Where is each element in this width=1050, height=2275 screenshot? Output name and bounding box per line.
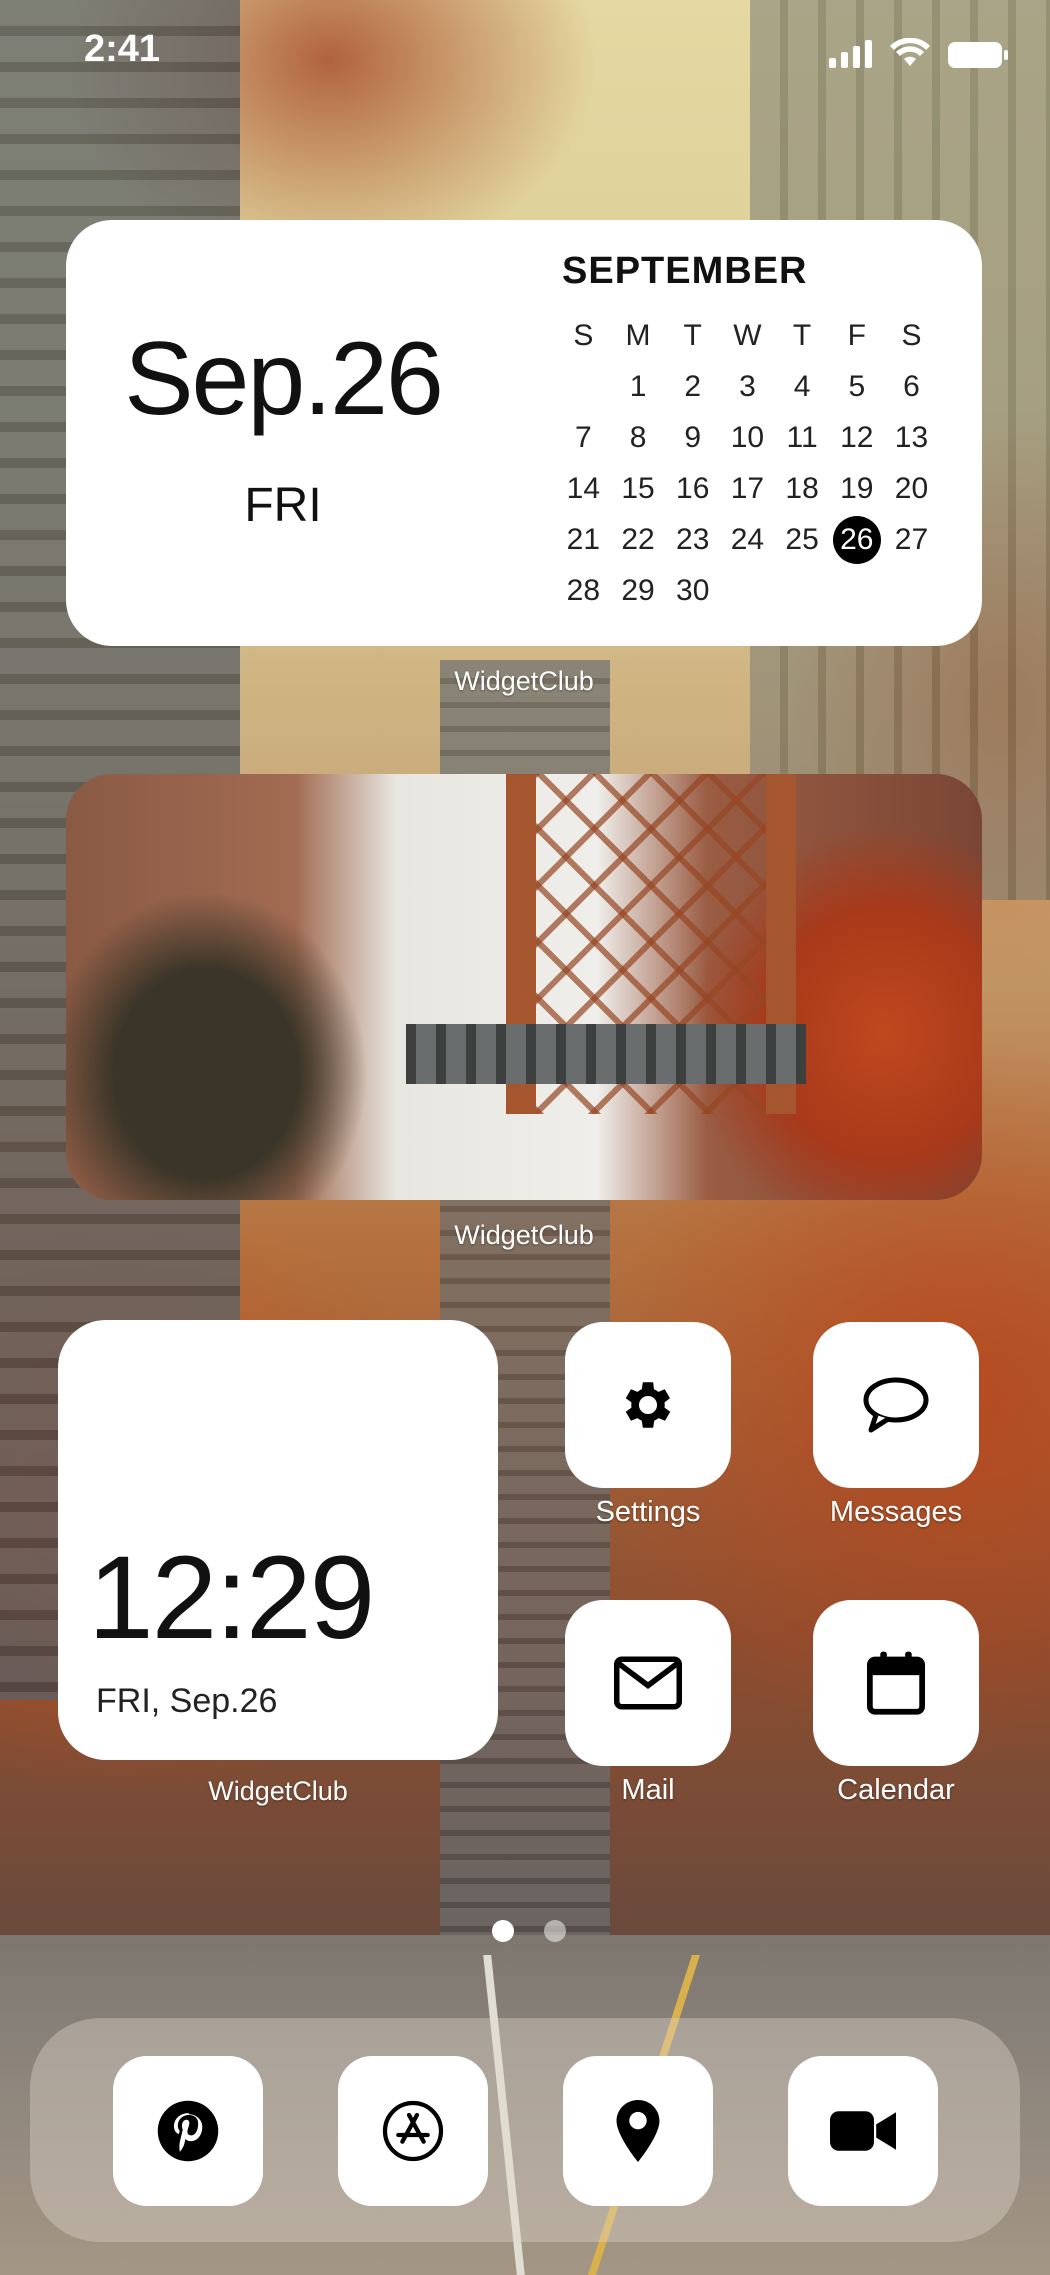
calendar-day: 2 — [684, 370, 702, 403]
pinterest-icon — [157, 2100, 219, 2162]
app-settings[interactable]: Settings — [565, 1322, 731, 1529]
calendar-day-empty — [884, 565, 939, 616]
dock-app-maps[interactable] — [563, 2056, 713, 2206]
app-label-messages: Messages — [829, 1496, 963, 1528]
day-header: W — [733, 319, 762, 352]
calendar-day: 6 — [903, 370, 920, 403]
calendar-day: 29 — [621, 574, 655, 607]
calendar-day-empty — [556, 361, 611, 412]
clock-time: 12:29 — [88, 1532, 375, 1664]
status-bar: 2:41 — [0, 0, 1050, 100]
calendar-day: 27 — [894, 523, 929, 556]
calendar-day: 11 — [786, 421, 818, 454]
status-icons — [829, 38, 1008, 68]
calendar-grid: S M T W T F S 1 2 3 4 5 6 7 8 9 10 11 12 13 14 15 16 17 18 19 20 21… — [556, 310, 939, 616]
calendar-widget-label: WidgetClub — [454, 666, 594, 696]
app-store-icon — [382, 2100, 444, 2162]
calendar-day: 10 — [730, 421, 765, 454]
page-dot[interactable] — [544, 1920, 566, 1942]
calendar-day: 25 — [785, 523, 819, 556]
map-pin-icon — [616, 2100, 660, 2162]
calendar-day: 19 — [840, 472, 874, 505]
calendar-day-today: 26 — [829, 514, 884, 565]
calendar-day-empty — [829, 565, 884, 616]
calendar-widget[interactable]: Sep.26 FRI SEPTEMBER S M T W T F S 1 2 3 4 5 6 7 8 9 10 1… — [66, 220, 982, 646]
calendar-day: 1 — [629, 370, 647, 403]
envelope-icon — [614, 1656, 682, 1710]
app-messages[interactable]: Messages — [813, 1322, 979, 1529]
widget-date: Sep.26 — [124, 321, 444, 437]
calendar-day: 3 — [739, 370, 756, 403]
speech-bubble-icon — [863, 1377, 929, 1433]
calendar-day: 23 — [676, 523, 710, 556]
status-time: 2:41 — [84, 28, 161, 70]
app-mail[interactable]: Mail — [565, 1600, 731, 1807]
calendar-day: 13 — [894, 421, 929, 454]
bridge-deck-image — [406, 1024, 806, 1084]
battery-icon — [948, 42, 1008, 68]
day-header: S — [901, 319, 922, 352]
calendar-day: 7 — [575, 421, 592, 454]
calendar-day: 24 — [730, 523, 765, 556]
wifi-icon — [890, 38, 930, 66]
month-title: SEPTEMBER — [562, 250, 808, 292]
day-header: T — [683, 319, 702, 352]
dock-app-pinterest[interactable] — [113, 2056, 263, 2206]
gear-icon — [625, 1382, 671, 1428]
day-header: M — [625, 319, 651, 352]
calendar-day: 30 — [676, 574, 710, 607]
calendar-day: 15 — [621, 472, 655, 505]
calendar-day: 21 — [566, 523, 601, 556]
app-calendar[interactable]: Calendar — [813, 1600, 979, 1807]
dock — [30, 2018, 1020, 2242]
clock-widget-label: WidgetClub — [208, 1776, 348, 1806]
day-header: T — [792, 319, 812, 352]
day-header: S — [573, 319, 594, 352]
video-camera-icon — [830, 2111, 896, 2151]
calendar-day: 16 — [676, 472, 710, 505]
calendar-day: 18 — [785, 472, 819, 505]
signal-icon — [829, 38, 872, 68]
photo-widget[interactable] — [66, 774, 982, 1200]
calendar-day-empty — [720, 565, 775, 616]
calendar-day: 22 — [621, 523, 655, 556]
calendar-day: 17 — [730, 472, 765, 505]
page-indicator[interactable] — [492, 1920, 566, 1942]
page-dot-active[interactable] — [492, 1920, 514, 1942]
calendar-day: 20 — [894, 472, 929, 505]
calendar-day: 28 — [566, 574, 601, 607]
app-label-settings: Settings — [595, 1496, 701, 1528]
dock-app-facetime[interactable] — [788, 2056, 938, 2206]
calendar-day: 14 — [566, 472, 601, 505]
dock-app-store[interactable] — [338, 2056, 488, 2206]
calendar-icon — [866, 1651, 926, 1715]
app-label-calendar: Calendar — [837, 1774, 955, 1806]
clock-date: FRI, Sep.26 — [96, 1682, 278, 1720]
calendar-day: 9 — [684, 421, 702, 454]
calendar-day: 4 — [793, 370, 811, 403]
calendar-day: 8 — [629, 421, 647, 454]
clock-widget[interactable]: 12:29 FRI, Sep.26 — [58, 1320, 498, 1760]
widget-weekday: FRI — [244, 479, 322, 532]
photo-widget-label: WidgetClub — [454, 1220, 594, 1250]
calendar-day: 12 — [840, 421, 874, 454]
calendar-day-empty — [775, 565, 830, 616]
day-header: F — [847, 319, 866, 352]
app-label-mail: Mail — [621, 1774, 675, 1806]
calendar-day: 5 — [848, 370, 866, 403]
